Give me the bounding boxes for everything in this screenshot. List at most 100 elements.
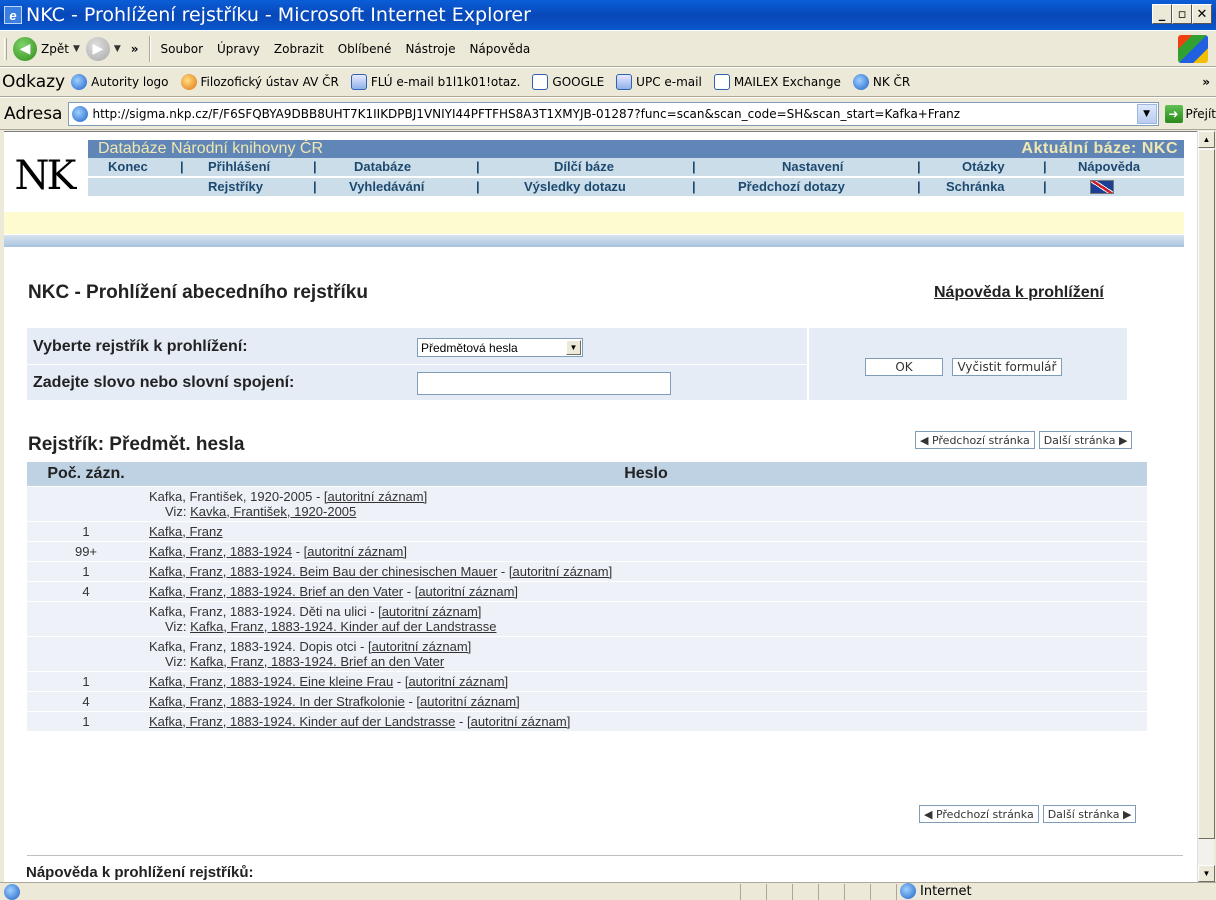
link-flu-avcr[interactable]: Filozofický ústav AV ČR [180,74,339,90]
table-row: 1 Kafka, Franz, 1883-1924. Eine kleine Fr… [27,670,1147,691]
back-button[interactable]: ◀ Zpět ▼ [13,36,80,61]
authority-record-link[interactable]: [autoritní záznam] [304,544,407,559]
row-count: 1 [27,520,145,541]
table-row: 99+ Kafka, Franz, 1883-1924 - [autoritní … [27,540,1147,561]
authority-record-link[interactable]: [autoritní záznam] [405,674,508,689]
scroll-down-icon[interactable]: ▼ [1198,865,1215,882]
nav-napoveda[interactable]: Nápověda [1078,159,1140,174]
pager-bottom: ◀ Předchozí stránka Další stránka ▶ [919,805,1137,823]
nav-vysledky-dotazu[interactable]: Výsledky dotazu [524,179,626,194]
address-dropdown-icon[interactable]: ▼ [1136,103,1157,124]
register-select[interactable]: Předmětová hesla ▼ [417,338,583,357]
authority-record-link[interactable]: [autoritní záznam] [467,714,570,729]
address-toolbar: Adresa http://sigma.nkp.cz/F/F6SFQBYA9DB… [0,97,1216,130]
ok-button[interactable]: OK [865,358,943,376]
see-reference-link[interactable]: Kafka, Franz, 1883-1924. Brief an den Va… [190,654,444,669]
nav-nastaveni[interactable]: Nastavení [782,159,843,174]
authority-record-link[interactable]: [autoritní záznam] [368,639,471,654]
entry-text: Kafka, Franz, 1883-1924. Děti na ulici [149,603,367,619]
scroll-thumb[interactable] [1198,149,1215,839]
forward-button[interactable]: ▶ ▼ [85,36,121,61]
select-dropdown-icon[interactable]: ▼ [566,340,581,355]
row-count: 4 [27,580,145,601]
ie-page-icon [71,74,88,90]
clear-form-button[interactable]: Vyčistit formulář [952,358,1062,376]
links-chevron-icon[interactable]: » [1202,75,1210,89]
nav-dilci-baze[interactable]: Dílčí báze [554,159,614,174]
window-title: NKC - Prohlížení rejstříku - Microsoft I… [26,4,531,26]
go-button[interactable]: ➜ Přejít [1164,104,1216,123]
back-label: Zpět [41,41,69,56]
menu-help[interactable]: Nápověda [469,42,530,56]
entry-link[interactable]: Kafka, Franz, 1883-1924. Brief an den Va… [149,584,403,599]
row-entry: Kafka, Franz, 1883-1924. In der Strafkol… [145,690,1147,711]
nav-otazky[interactable]: Otázky [962,159,1005,174]
nav-rejstriky[interactable]: Rejstříky [208,179,263,194]
address-input[interactable]: http://sigma.nkp.cz/F/F6SFQBYA9DBB8UHT7K… [68,101,1159,126]
menu-tools[interactable]: Nástroje [405,42,455,56]
link-google[interactable]: GOOGLE [532,74,604,90]
address-label: Adresa [4,103,63,124]
menu-favorites[interactable]: Oblíbené [338,42,392,56]
link-flu-email[interactable]: FLÚ e-mail b1l1k01!otaz. [350,74,520,90]
prev-page-button[interactable]: ◀ Předchozí stránka [919,805,1039,823]
help-link[interactable]: Nápověda k prohlížení [934,284,1104,302]
link-nk-cr[interactable]: NK ČR [852,74,910,90]
input-label: Zadejte slovo nebo slovní spojení: [33,374,295,391]
maximize-button[interactable]: ▫ [1172,4,1192,24]
entry-link[interactable]: Kafka, Franz, 1883-1924 [149,544,292,559]
authority-record-link[interactable]: [autoritní záznam] [415,584,518,599]
authority-record-link[interactable]: [autoritní záznam] [509,564,612,579]
link-mailex[interactable]: MAILEX Exchange [713,74,841,90]
nav-konec[interactable]: Konec [108,159,148,174]
nav-predchozi-dotazy[interactable]: Předchozí dotazy [738,179,845,194]
menu-view[interactable]: Zobrazit [274,42,324,56]
entry-link[interactable]: Kafka, Franz [149,524,223,539]
next-page-button[interactable]: Další stránka ▶ [1038,431,1133,449]
entry-link[interactable]: Kafka, Franz, 1883-1924. In der Strafkol… [149,694,405,709]
menu-file[interactable]: Soubor [161,42,203,56]
globe-icon [900,883,916,899]
link-autority-logo[interactable]: Autority logo [71,74,169,90]
see-prefix: Viz: [165,653,187,669]
status-bar: Internet [0,882,1216,900]
authority-record-link[interactable]: [autoritní záznam] [324,489,427,504]
english-flag-icon[interactable] [1090,180,1114,194]
nav-databaze[interactable]: Databáze [354,159,411,174]
nav-vyhledavani[interactable]: Vyhledávání [349,179,424,194]
ie-app-icon: e [4,6,22,24]
nav-prihlaseni[interactable]: Přihlášení [208,159,270,174]
nk-nav-row1: Konec | Přihlášení | Databáze | Dílčí bá… [88,158,1184,176]
see-reference-link[interactable]: Kafka, Franz, 1883-1924. Kinder auf der … [190,619,496,634]
prev-page-button[interactable]: ◀ Předchozí stránka [915,431,1035,449]
search-input[interactable] [417,372,671,395]
nk-logo[interactable]: NK [8,144,80,208]
authority-record-link[interactable]: [autoritní záznam] [378,604,481,619]
close-button[interactable]: ✕ [1192,4,1212,24]
minimize-button[interactable]: _ [1152,4,1172,24]
page-title: NKC - Prohlížení abecedního rejstříku [28,282,368,303]
entry-link[interactable]: Kafka, Franz, 1883-1924. Kinder auf der … [149,714,455,729]
flu-icon [180,74,197,90]
toolbar-chevron-icon[interactable]: » [131,42,139,56]
forward-dropdown-icon[interactable]: ▼ [114,44,121,54]
next-page-button[interactable]: Další stránka ▶ [1042,805,1137,823]
entry-link[interactable]: Kafka, Franz, 1883-1924. Eine kleine Fra… [149,674,393,689]
vertical-scrollbar[interactable]: ▲ ▼ [1197,131,1215,882]
back-dropdown-icon[interactable]: ▼ [73,44,80,54]
ie-page-icon [852,74,869,90]
nav-schranka[interactable]: Schránka [946,179,1005,194]
entry-link[interactable]: Kafka, Franz, 1883-1924. Beim Bau der ch… [149,564,497,579]
table-row: 1 Kafka, Franz [27,520,1147,541]
search-form: Vyberte rejstřík k prohlížení: Předmětov… [27,328,1127,400]
col-entry-header: Heslo [145,462,1147,486]
menu-edit[interactable]: Úpravy [217,42,260,56]
authority-record-link[interactable]: [autoritní záznam] [416,694,519,709]
row-count [27,485,145,521]
exchange-icon [713,74,730,90]
see-reference-link[interactable]: Kavka, František, 1920-2005 [190,504,356,519]
scroll-up-icon[interactable]: ▲ [1198,131,1215,148]
link-upc-email[interactable]: UPC e-mail [616,74,702,90]
forward-arrow-icon: ▶ [85,36,110,61]
help-heading: Nápověda k prohlížení rejstříků: [26,864,254,881]
